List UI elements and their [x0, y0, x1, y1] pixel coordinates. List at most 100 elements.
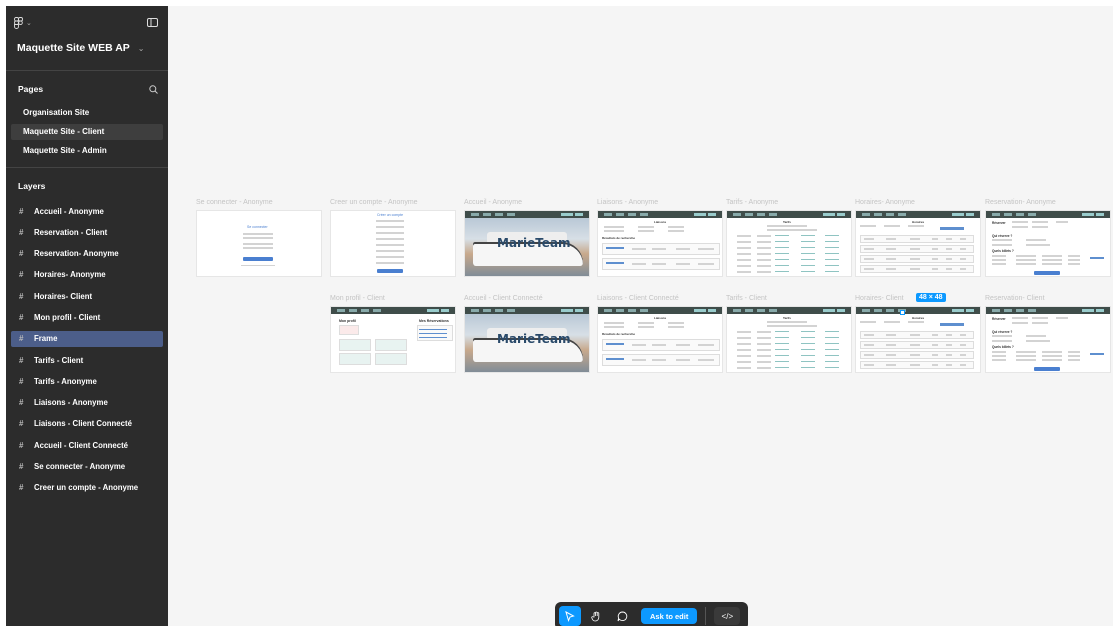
placeholder-line	[698, 359, 714, 361]
layer-item[interactable]: # Liaisons - Client Connecté	[11, 416, 163, 432]
layer-item[interactable]: # Reservation- Anonyme	[11, 246, 163, 262]
cursor-icon	[565, 610, 575, 622]
placeholder-line	[632, 344, 646, 346]
placeholder-line	[801, 337, 815, 338]
page-item-maquette-admin[interactable]: Maquette Site - Admin	[11, 143, 163, 159]
placeholder-line	[992, 359, 1006, 361]
layer-item[interactable]: # Reservation - Client	[11, 224, 163, 240]
layer-item[interactable]: # Accueil - Anonyme	[11, 203, 163, 219]
layer-item[interactable]: # Creer un compte - Anonyme	[11, 480, 163, 496]
placeholder-line	[1056, 221, 1068, 223]
layer-item[interactable]: # Se connecter - Anonyme	[11, 459, 163, 475]
comment-tool-button[interactable]	[611, 606, 633, 626]
ask-to-edit-button[interactable]: Ask to edit	[641, 608, 698, 624]
placeholder-line	[419, 329, 447, 330]
frame-icon: #	[19, 419, 24, 429]
placeholder-line	[1042, 263, 1062, 265]
frame-icon: #	[19, 398, 24, 408]
placeholder-line	[910, 268, 920, 270]
nav-link	[1004, 213, 1012, 216]
frame-thumbnail[interactable]: Se connecter	[196, 210, 322, 277]
placeholder-line	[757, 265, 771, 267]
design-canvas[interactable]: Se connecter - Anonyme Se connecter Creer …	[168, 6, 1113, 626]
placeholder-line	[946, 248, 952, 250]
placeholder-line	[946, 334, 952, 336]
layer-item[interactable]: # Tarifs - Client	[11, 352, 163, 368]
nav-link	[640, 213, 648, 216]
page-item-organisation-site[interactable]: Organisation Site	[11, 105, 163, 121]
placeholder-line	[1012, 226, 1028, 228]
selected-frame-handle	[900, 310, 905, 315]
profile-field	[339, 339, 371, 351]
nav-link	[745, 309, 753, 312]
search-icon[interactable]	[149, 84, 158, 94]
frame-thumbnail[interactable]: MarieTeam	[464, 210, 590, 277]
hand-tool-button[interactable]	[585, 606, 607, 626]
code-icon: </>	[721, 611, 734, 621]
bottom-toolbar: Ask to edit </>	[555, 602, 748, 626]
placeholder-line	[801, 331, 815, 332]
layer-item[interactable]: # Horaires- Anonyme	[11, 267, 163, 283]
submit-button	[243, 257, 273, 261]
placeholder-line	[932, 268, 938, 270]
frame-thumbnail[interactable]: Créer un compte	[330, 210, 456, 277]
layer-label: Tarifs - Anonyme	[34, 376, 97, 386]
placeholder-line	[992, 244, 1012, 246]
placeholder-line	[775, 241, 789, 242]
dev-mode-button[interactable]: </>	[714, 607, 741, 625]
main-menu-button[interactable]: ⌄	[14, 17, 32, 29]
frame-icon: #	[19, 355, 24, 365]
placeholder-line	[767, 321, 807, 323]
frame-thumbnail[interactable]: Horaires	[855, 306, 981, 373]
toggle-sidebar-button[interactable]	[147, 14, 158, 32]
frame-thumbnail[interactable]: Horaires	[855, 210, 981, 277]
nav-link	[349, 309, 357, 312]
hand-icon	[590, 611, 599, 621]
placeholder-line	[376, 238, 404, 240]
cruise-ship-hero-image: MarieTeam	[465, 314, 589, 372]
layer-item[interactable]: # Liaisons - Anonyme	[11, 395, 163, 411]
frame-thumbnail[interactable]: Réserver Qui réserve ? Quels billets ?	[985, 306, 1111, 373]
nav-button	[708, 309, 716, 312]
placeholder-line	[757, 241, 771, 243]
layer-item[interactable]: # Tarifs - Anonyme	[11, 373, 163, 389]
page-item-maquette-client[interactable]: Maquette Site - Client	[11, 124, 163, 140]
placeholder-line	[992, 355, 1006, 357]
placeholder-line	[775, 349, 789, 350]
move-tool-button[interactable]	[559, 606, 581, 626]
placeholder-line	[886, 354, 896, 356]
placeholder-line	[376, 220, 404, 222]
frame-icon: #	[19, 440, 24, 450]
hero-title: MarieTeam	[497, 332, 571, 346]
left-sidebar: ⌄ Maquette Site WEB AP ⌄ Pages Organisat…	[6, 6, 168, 626]
placeholder-line	[698, 248, 714, 250]
placeholder-line	[757, 331, 771, 333]
layer-item[interactable]: # Mon profil - Client	[11, 309, 163, 325]
frame-thumbnail[interactable]: Tarifs	[726, 306, 852, 373]
frame-thumbnail[interactable]: Réserver Qui réserve ? Quels billets ?	[985, 210, 1111, 277]
frame-thumbnail[interactable]: Tarifs	[726, 210, 852, 277]
placeholder-line	[1032, 226, 1048, 228]
frame-heading: Qui réserve ?	[992, 234, 1013, 238]
placeholder-line	[652, 248, 666, 250]
layer-item[interactable]: # Accueil - Client Connecté	[11, 437, 163, 453]
placeholder-line	[884, 321, 900, 323]
file-name-button[interactable]: Maquette Site WEB AP ⌄	[6, 34, 168, 58]
frame-thumbnail[interactable]: Liaisons Résultats de recherche	[597, 306, 723, 373]
nav-link	[507, 213, 515, 216]
layer-item[interactable]: # Frame	[11, 330, 163, 347]
placeholder-line	[886, 334, 896, 336]
layer-label: Liaisons - Anonyme	[34, 398, 108, 408]
placeholder-line	[737, 253, 751, 255]
pages-title: Pages	[18, 84, 44, 94]
frame-thumbnail[interactable]: Mon profil Mes Réservations	[330, 306, 456, 373]
placeholder-line	[886, 344, 896, 346]
profile-card	[339, 325, 359, 335]
frame-thumbnail[interactable]: Liaisons Résultats de recherche	[597, 210, 723, 277]
frame-thumbnail[interactable]: MarieTeam	[464, 306, 590, 373]
frame-navbar	[598, 211, 722, 218]
layer-item[interactable]: # Horaires- Client	[11, 288, 163, 304]
nav-link	[733, 309, 741, 312]
nav-link	[483, 309, 491, 312]
placeholder-line	[775, 271, 789, 272]
